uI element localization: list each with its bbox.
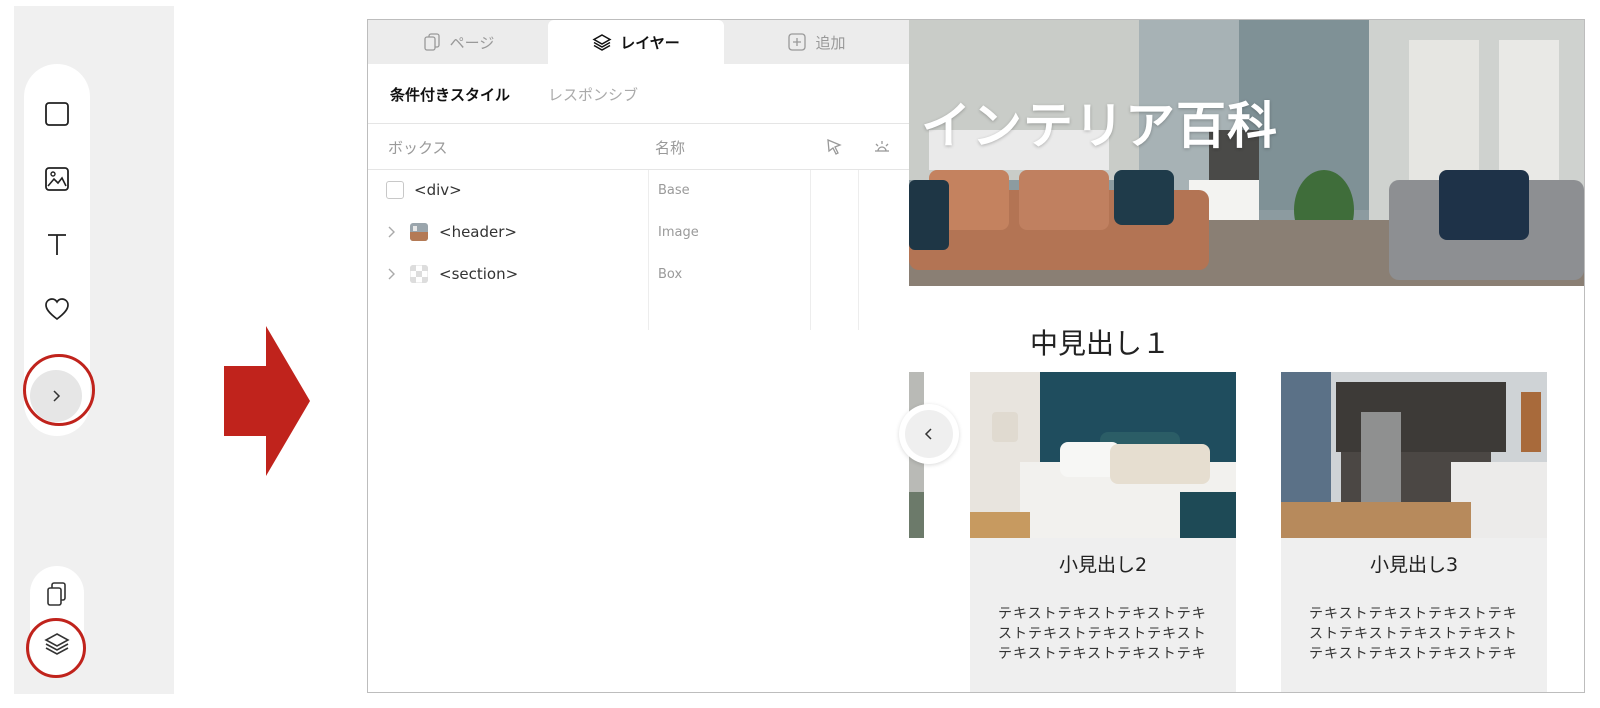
image-thumbnail-icon <box>410 223 428 241</box>
column-box: ボックス <box>388 139 448 157</box>
layer-column-headers: ボックス 名称 <box>368 124 909 170</box>
card-title: 小見出し3 <box>1369 554 1459 576</box>
hero-image: インテリア百科 <box>909 20 1584 286</box>
layer-tag: <header> <box>439 223 517 241</box>
bedroom-photo <box>970 372 1236 538</box>
collapse-button-inner <box>905 410 953 458</box>
layer-row-header[interactable]: <header> Image <box>368 212 909 254</box>
tab-layers-label: レイヤー <box>620 33 680 52</box>
tab-pages-label: ページ <box>449 33 495 52</box>
square-icon <box>45 102 69 126</box>
layer-tag: <div> <box>414 181 462 199</box>
layer-type: Box <box>658 267 683 282</box>
tab-add-label: 追加 <box>815 33 846 52</box>
tab-pages[interactable]: ページ <box>368 20 548 64</box>
card-text: テキストテキストテキストテキストテキストテキストテキストテキストテキストテキスト… <box>1309 606 1518 662</box>
hero-title: インテリア百科 <box>921 97 1278 155</box>
pages-button[interactable] <box>43 580 71 608</box>
image-icon <box>45 167 69 191</box>
subtab-conditional-style[interactable]: 条件付きスタイル <box>390 84 510 105</box>
style-subtabs: 条件付きスタイル レスポンシブ <box>368 64 909 124</box>
favorite-tool-button[interactable] <box>37 289 77 329</box>
layers-panel: ページ レイヤー 追加 条件付きスタイル レスポンシブ ボックス 名称 <div… <box>368 20 909 692</box>
layers-icon <box>592 34 612 51</box>
panel-tabbar: ページ レイヤー 追加 <box>368 20 909 64</box>
arrow-right-icon <box>224 326 310 476</box>
subtab-responsive[interactable]: レスポンシブ <box>548 84 638 105</box>
kitchen-photo <box>1281 372 1547 538</box>
chevron-left-icon <box>924 428 932 440</box>
tab-layers[interactable]: レイヤー <box>548 20 724 64</box>
layer-type: Image <box>658 225 699 240</box>
column-name: 名称 <box>655 139 686 157</box>
pages-icon <box>423 33 440 51</box>
layer-checkbox[interactable] <box>386 181 404 199</box>
section-heading: 中見出し１ <box>1030 327 1171 360</box>
heart-icon <box>45 298 69 321</box>
collapse-panel-button[interactable] <box>899 404 959 464</box>
highlight-circle <box>26 618 86 678</box>
editor-toolbar <box>14 6 174 694</box>
box-tool-button[interactable] <box>37 94 77 134</box>
sun-icon[interactable] <box>871 136 893 158</box>
chevron-right-icon[interactable] <box>386 266 396 282</box>
image-tool-button[interactable] <box>37 159 77 199</box>
layer-type: Base <box>658 183 690 198</box>
layer-row-section[interactable]: <section> Box <box>368 254 909 296</box>
highlight-circle <box>23 354 95 426</box>
tab-add[interactable]: 追加 <box>724 20 909 64</box>
box-thumbnail-icon <box>410 265 428 283</box>
cursor-icon[interactable] <box>823 136 845 158</box>
card-title: 小見出し2 <box>1058 554 1148 576</box>
pages-icon <box>47 582 66 606</box>
card: 小見出し2 テキストテキストテキストテキストテキストテキストテキストテキストテキ… <box>970 372 1236 692</box>
layer-tag: <section> <box>439 265 519 283</box>
page-preview: インテリア百科 中見出し１ 小見出し2 テキストテキストテキストテキストテキスト… <box>899 20 1584 692</box>
card-text: テキストテキストテキストテキストテキストテキストテキストテキストテキストテキスト… <box>998 606 1207 662</box>
text-icon <box>48 234 66 255</box>
text-tool-button[interactable] <box>37 224 77 264</box>
layer-row-div[interactable]: <div> Base <box>368 170 909 212</box>
card: 小見出し3 テキストテキストテキストテキストテキストテキストテキストテキストテキ… <box>1281 372 1547 692</box>
add-icon <box>788 33 807 51</box>
editor-window: ページ レイヤー 追加 条件付きスタイル レスポンシブ ボックス 名称 <div… <box>367 19 1585 693</box>
chevron-right-icon[interactable] <box>386 224 396 240</box>
